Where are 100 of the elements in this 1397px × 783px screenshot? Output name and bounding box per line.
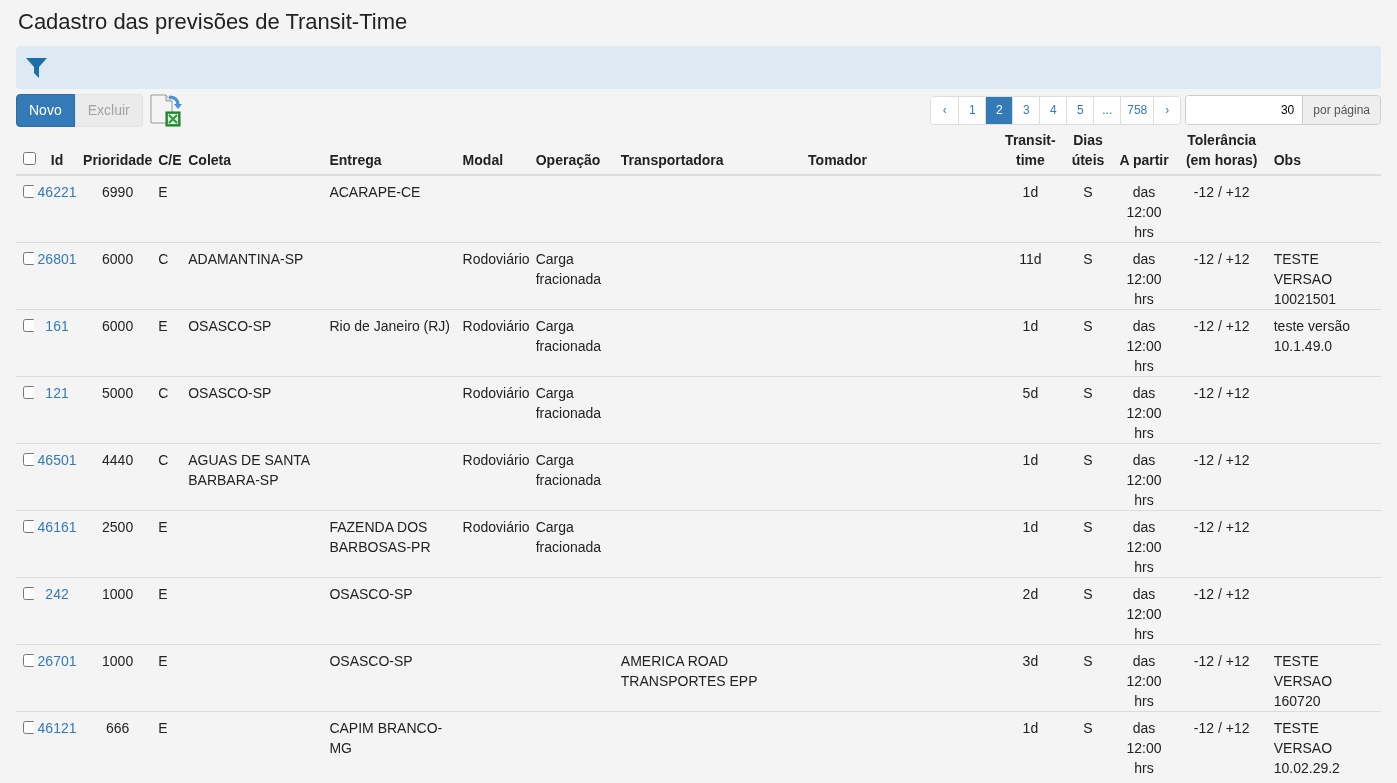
table-cell: Carga fracionada [535, 318, 602, 354]
table-cell: Carga fracionada [535, 251, 602, 287]
column-header: Prioridade [83, 152, 153, 168]
row-checkbox[interactable] [23, 252, 34, 265]
page-link[interactable]: 2 [985, 96, 1013, 124]
table-cell: Carga fracionada [535, 519, 602, 555]
column-header: C/E [158, 152, 182, 168]
table-cell: -12 / +12 [1193, 452, 1250, 468]
table-cell: ACARAPE-CE [329, 184, 421, 200]
table-cell: OSASCO-SP [188, 318, 272, 334]
table-cell: C [158, 251, 169, 267]
table-cell: Rodoviário [462, 318, 530, 334]
table-cell: Rio de Janeiro (RJ) [329, 318, 451, 334]
table-cell: -12 / +12 [1193, 720, 1250, 736]
table-cell: Carga fracionada [535, 452, 602, 488]
table-cell: Rodoviário [462, 519, 530, 535]
table-cell: E [158, 318, 168, 334]
table-cell: OSASCO-SP [329, 586, 413, 602]
column-header: Tolerância (em horas) [1185, 132, 1258, 168]
column-header: Obs [1273, 152, 1301, 168]
table-cell: TESTE VERSAO 10.02.29.2 [1273, 720, 1340, 776]
table-cell: S [1083, 653, 1093, 669]
table-cell: OSASCO-SP [329, 653, 413, 669]
spreadsheet-export-icon [148, 93, 183, 127]
table-cell: 1d [1022, 519, 1039, 535]
table-cell: 6000 [102, 251, 134, 267]
column-header: Operação [535, 152, 601, 168]
row-checkbox[interactable] [23, 520, 34, 533]
table-cell: 6990 [102, 184, 134, 200]
table-cell: -12 / +12 [1193, 586, 1250, 602]
table-cell: C [158, 452, 169, 468]
id-link[interactable]: 26701 [37, 653, 77, 669]
table-cell: C [158, 385, 169, 401]
table-cell: CAPIM BRANCO-MG [329, 720, 443, 756]
export-button[interactable] [148, 92, 183, 128]
table-cell: 3d [1022, 653, 1039, 669]
table-cell: 1d [1022, 452, 1039, 468]
table-cell: 2d [1022, 586, 1039, 602]
column-header: Transit-time [1005, 132, 1056, 168]
table-cell: das 12:00 hrs [1126, 653, 1162, 709]
row-checkbox[interactable] [23, 386, 34, 399]
table-cell: S [1083, 452, 1093, 468]
row-checkbox[interactable] [23, 587, 34, 600]
table-cell: -12 / +12 [1193, 519, 1250, 535]
table-cell: E [158, 653, 168, 669]
table-cell: AMERICA ROAD TRANSPORTES EPP [620, 653, 758, 689]
row-checkbox[interactable] [23, 654, 34, 667]
table-cell: 1d [1022, 318, 1039, 334]
column-header: Modal [462, 152, 504, 168]
table-cell: TESTE VERSAO 10021501 [1273, 251, 1337, 307]
table-cell: 5d [1022, 385, 1039, 401]
table-cell: 11d [1019, 251, 1042, 267]
table-cell: das 12:00 hrs [1126, 586, 1162, 642]
page-link[interactable]: › [1153, 96, 1181, 124]
row-checkbox[interactable] [23, 721, 34, 734]
column-header: A partir [1119, 152, 1169, 168]
filter-icon[interactable] [26, 57, 47, 78]
row-checkbox[interactable] [23, 185, 34, 198]
id-link[interactable]: 26801 [37, 251, 77, 267]
table-cell: 6000 [102, 318, 134, 334]
table-cell: S [1083, 586, 1093, 602]
table-cell: -12 / +12 [1193, 318, 1250, 334]
row-checkbox[interactable] [23, 453, 34, 466]
table-cell: ADAMANTINA-SP [188, 251, 304, 267]
new-button[interactable]: Novo [16, 93, 75, 127]
table-cell: 5000 [102, 385, 134, 401]
row-checkbox[interactable] [23, 319, 34, 332]
table-cell: Rodoviário [462, 452, 530, 468]
table-cell: das 12:00 hrs [1126, 385, 1162, 441]
table-cell: teste versão 10.1.49.0 [1273, 318, 1350, 354]
id-link[interactable]: 242 [45, 586, 69, 602]
id-link[interactable]: 121 [45, 385, 69, 401]
table-cell: das 12:00 hrs [1126, 519, 1162, 575]
table-cell: 1d [1022, 184, 1039, 200]
table-cell: 4440 [102, 452, 134, 468]
table-cell: AGUAS DE SANTA BARBARA-SP [188, 452, 310, 488]
column-header: Coleta [188, 152, 231, 168]
table-cell: -12 / +12 [1193, 251, 1250, 267]
table-cell: OSASCO-SP [188, 385, 272, 401]
table-cell: das 12:00 hrs [1126, 720, 1162, 776]
table-cell: 666 [105, 720, 130, 736]
id-link[interactable]: 46221 [37, 184, 77, 200]
id-link[interactable]: 46161 [37, 519, 77, 535]
table-cell: TESTE VERSAO 160720 [1273, 653, 1333, 709]
page-title: Cadastro das previsões de Transit-Time [18, 8, 409, 36]
table-cell: S [1083, 318, 1093, 334]
select-all-checkbox[interactable] [23, 152, 36, 165]
id-link[interactable]: 46501 [37, 452, 77, 468]
column-header: Tomador [808, 152, 867, 168]
table-cell: E [158, 519, 168, 535]
table-cell: FAZENDA DOS BARBOSAS-PR [329, 519, 431, 555]
id-link[interactable]: 46121 [37, 720, 77, 736]
table-cell: 1000 [102, 653, 134, 669]
table-cell: 1000 [102, 586, 134, 602]
id-link[interactable]: 161 [45, 318, 69, 334]
table-cell: das 12:00 hrs [1126, 452, 1162, 508]
column-header: Id [50, 152, 64, 168]
table-cell: S [1083, 720, 1093, 736]
table-cell: S [1083, 184, 1093, 200]
table-cell: das 12:00 hrs [1126, 184, 1162, 240]
